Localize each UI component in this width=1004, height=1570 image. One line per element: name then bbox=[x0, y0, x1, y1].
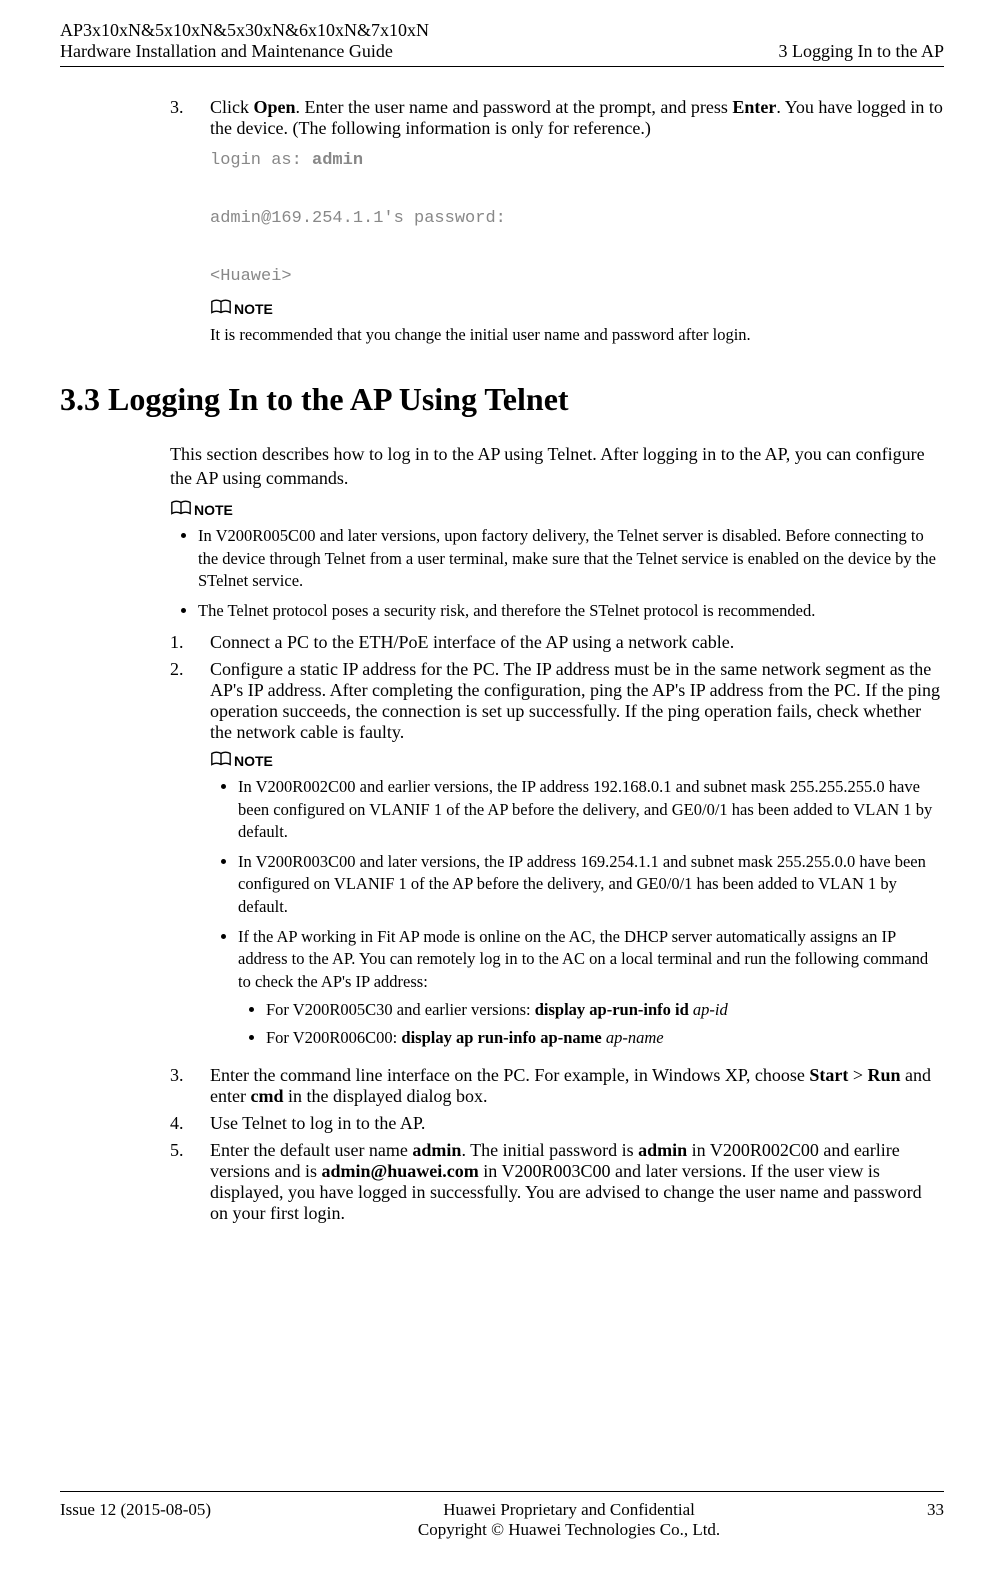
step-text: Connect a PC to the ETH/PoE interface of… bbox=[210, 632, 944, 653]
text-fragment: in the displayed dialog box. bbox=[283, 1086, 487, 1106]
text-bold: admin bbox=[412, 1140, 461, 1160]
document-page: AP3x10xN&5x10xN&5x30xN&6x10xN&7x10xN Har… bbox=[0, 0, 1004, 1570]
text-italic: ap-name bbox=[606, 1028, 664, 1047]
note-bullet: In V200R002C00 and earlier versions, the… bbox=[238, 776, 944, 843]
code-line: <Huawei> bbox=[210, 263, 944, 292]
text-bold: cmd bbox=[250, 1086, 283, 1106]
text-fragment: For V200R005C30 and earlier versions: bbox=[266, 1000, 535, 1019]
step-text: Use Telnet to log in to the AP. bbox=[210, 1113, 944, 1134]
text-fragment: > bbox=[848, 1065, 867, 1085]
text-bold: Start bbox=[809, 1065, 848, 1085]
step-number: 1. bbox=[170, 632, 210, 653]
step-body: Enter the command line interface on the … bbox=[210, 1065, 944, 1107]
book-icon bbox=[210, 751, 232, 770]
step-text: Configure a static IP address for the PC… bbox=[210, 659, 944, 743]
text-bold: display ap-run-info id bbox=[535, 1000, 693, 1019]
note-bullet-list: In V200R002C00 and earlier versions, the… bbox=[210, 776, 944, 1049]
page-content: 3. Click Open. Enter the user name and p… bbox=[60, 97, 944, 1491]
note-label: NOTE bbox=[210, 751, 944, 770]
step-body: Click Open. Enter the user name and pass… bbox=[210, 97, 944, 351]
prior-step-3: 3. Click Open. Enter the user name and p… bbox=[170, 97, 944, 351]
step-1: 1. Connect a PC to the ETH/PoE interface… bbox=[170, 632, 944, 653]
step-3: 3. Enter the command line interface on t… bbox=[170, 1065, 944, 1107]
note-bullet: In V200R005C00 and later versions, upon … bbox=[198, 525, 944, 592]
note-sub-bullet: For V200R006C00: display ap run-info ap-… bbox=[266, 1027, 944, 1049]
note-label: NOTE bbox=[210, 299, 944, 318]
step-number: 3. bbox=[170, 1065, 210, 1107]
note-bullet: In V200R003C00 and later versions, the I… bbox=[238, 851, 944, 918]
page-header: AP3x10xN&5x10xN&5x30xN&6x10xN&7x10xN Har… bbox=[60, 20, 944, 67]
footer-copyright: Copyright © Huawei Technologies Co., Ltd… bbox=[211, 1520, 927, 1540]
note-bullet: The Telnet protocol poses a security ris… bbox=[198, 600, 944, 622]
text-bold: Open bbox=[254, 97, 296, 117]
step-body: Configure a static IP address for the PC… bbox=[210, 659, 944, 1059]
text-bold: admin@huawei.com bbox=[322, 1161, 479, 1181]
code-line: admin@169.254.1.1's password: bbox=[210, 205, 944, 234]
section-intro: This section describes how to log in to … bbox=[170, 442, 944, 491]
header-right: 3 Logging In to the AP bbox=[779, 20, 945, 62]
note-sub-list: For V200R005C30 and earlier versions: di… bbox=[238, 999, 944, 1050]
text-bold: display ap run-info ap-name bbox=[401, 1028, 605, 1047]
footer-center: Huawei Proprietary and Confidential Copy… bbox=[211, 1500, 927, 1540]
step-2: 2. Configure a static IP address for the… bbox=[170, 659, 944, 1059]
footer-confidential: Huawei Proprietary and Confidential bbox=[211, 1500, 927, 1520]
text-fragment: Enter the default user name bbox=[210, 1140, 412, 1160]
footer-issue: Issue 12 (2015-08-05) bbox=[60, 1500, 211, 1540]
step-number: 4. bbox=[170, 1113, 210, 1134]
step-4: 4. Use Telnet to log in to the AP. bbox=[170, 1113, 944, 1134]
note-heading: NOTE bbox=[194, 502, 233, 518]
note-bullet-text: If the AP working in Fit AP mode is onli… bbox=[238, 927, 928, 991]
code-bold: admin bbox=[312, 151, 363, 170]
note-label: NOTE bbox=[170, 500, 944, 519]
note-heading: NOTE bbox=[234, 301, 273, 317]
step-number: 2. bbox=[170, 659, 210, 1059]
text-fragment: Click bbox=[210, 97, 254, 117]
code-block: login as: admin admin@169.254.1.1's pass… bbox=[210, 147, 944, 291]
note-text: It is recommended that you change the in… bbox=[210, 324, 944, 346]
note-bullet: If the AP working in Fit AP mode is onli… bbox=[238, 926, 944, 1049]
note-heading: NOTE bbox=[234, 753, 273, 769]
text-fragment: For V200R006C00: bbox=[266, 1028, 401, 1047]
text-fragment: . The initial password is bbox=[461, 1140, 638, 1160]
text-italic: ap-id bbox=[693, 1000, 728, 1019]
header-guide-title: Hardware Installation and Maintenance Gu… bbox=[60, 41, 429, 62]
step-number: 5. bbox=[170, 1140, 210, 1224]
section-heading: 3.3 Logging In to the AP Using Telnet bbox=[60, 381, 944, 418]
step-body: Enter the default user name admin. The i… bbox=[210, 1140, 944, 1224]
step-5: 5. Enter the default user name admin. Th… bbox=[170, 1140, 944, 1224]
book-icon bbox=[170, 500, 192, 519]
step-number: 3. bbox=[170, 97, 210, 351]
text-bold: admin bbox=[638, 1140, 687, 1160]
header-left: AP3x10xN&5x10xN&5x30xN&6x10xN&7x10xN Har… bbox=[60, 20, 429, 62]
header-product: AP3x10xN&5x10xN&5x30xN&6x10xN&7x10xN bbox=[60, 20, 429, 41]
note-bullet-list: In V200R005C00 and later versions, upon … bbox=[170, 525, 944, 622]
page-footer: Issue 12 (2015-08-05) Huawei Proprietary… bbox=[60, 1491, 944, 1540]
code-line: login as: bbox=[210, 151, 312, 170]
text-bold: Run bbox=[867, 1065, 900, 1085]
text-fragment: Enter the command line interface on the … bbox=[210, 1065, 809, 1085]
text-bold: Enter bbox=[732, 97, 776, 117]
text-fragment: . Enter the user name and password at th… bbox=[296, 97, 733, 117]
note-sub-bullet: For V200R005C30 and earlier versions: di… bbox=[266, 999, 944, 1021]
book-icon bbox=[210, 299, 232, 318]
header-chapter: 3 Logging In to the AP bbox=[779, 41, 945, 62]
footer-page-number: 33 bbox=[927, 1500, 944, 1540]
